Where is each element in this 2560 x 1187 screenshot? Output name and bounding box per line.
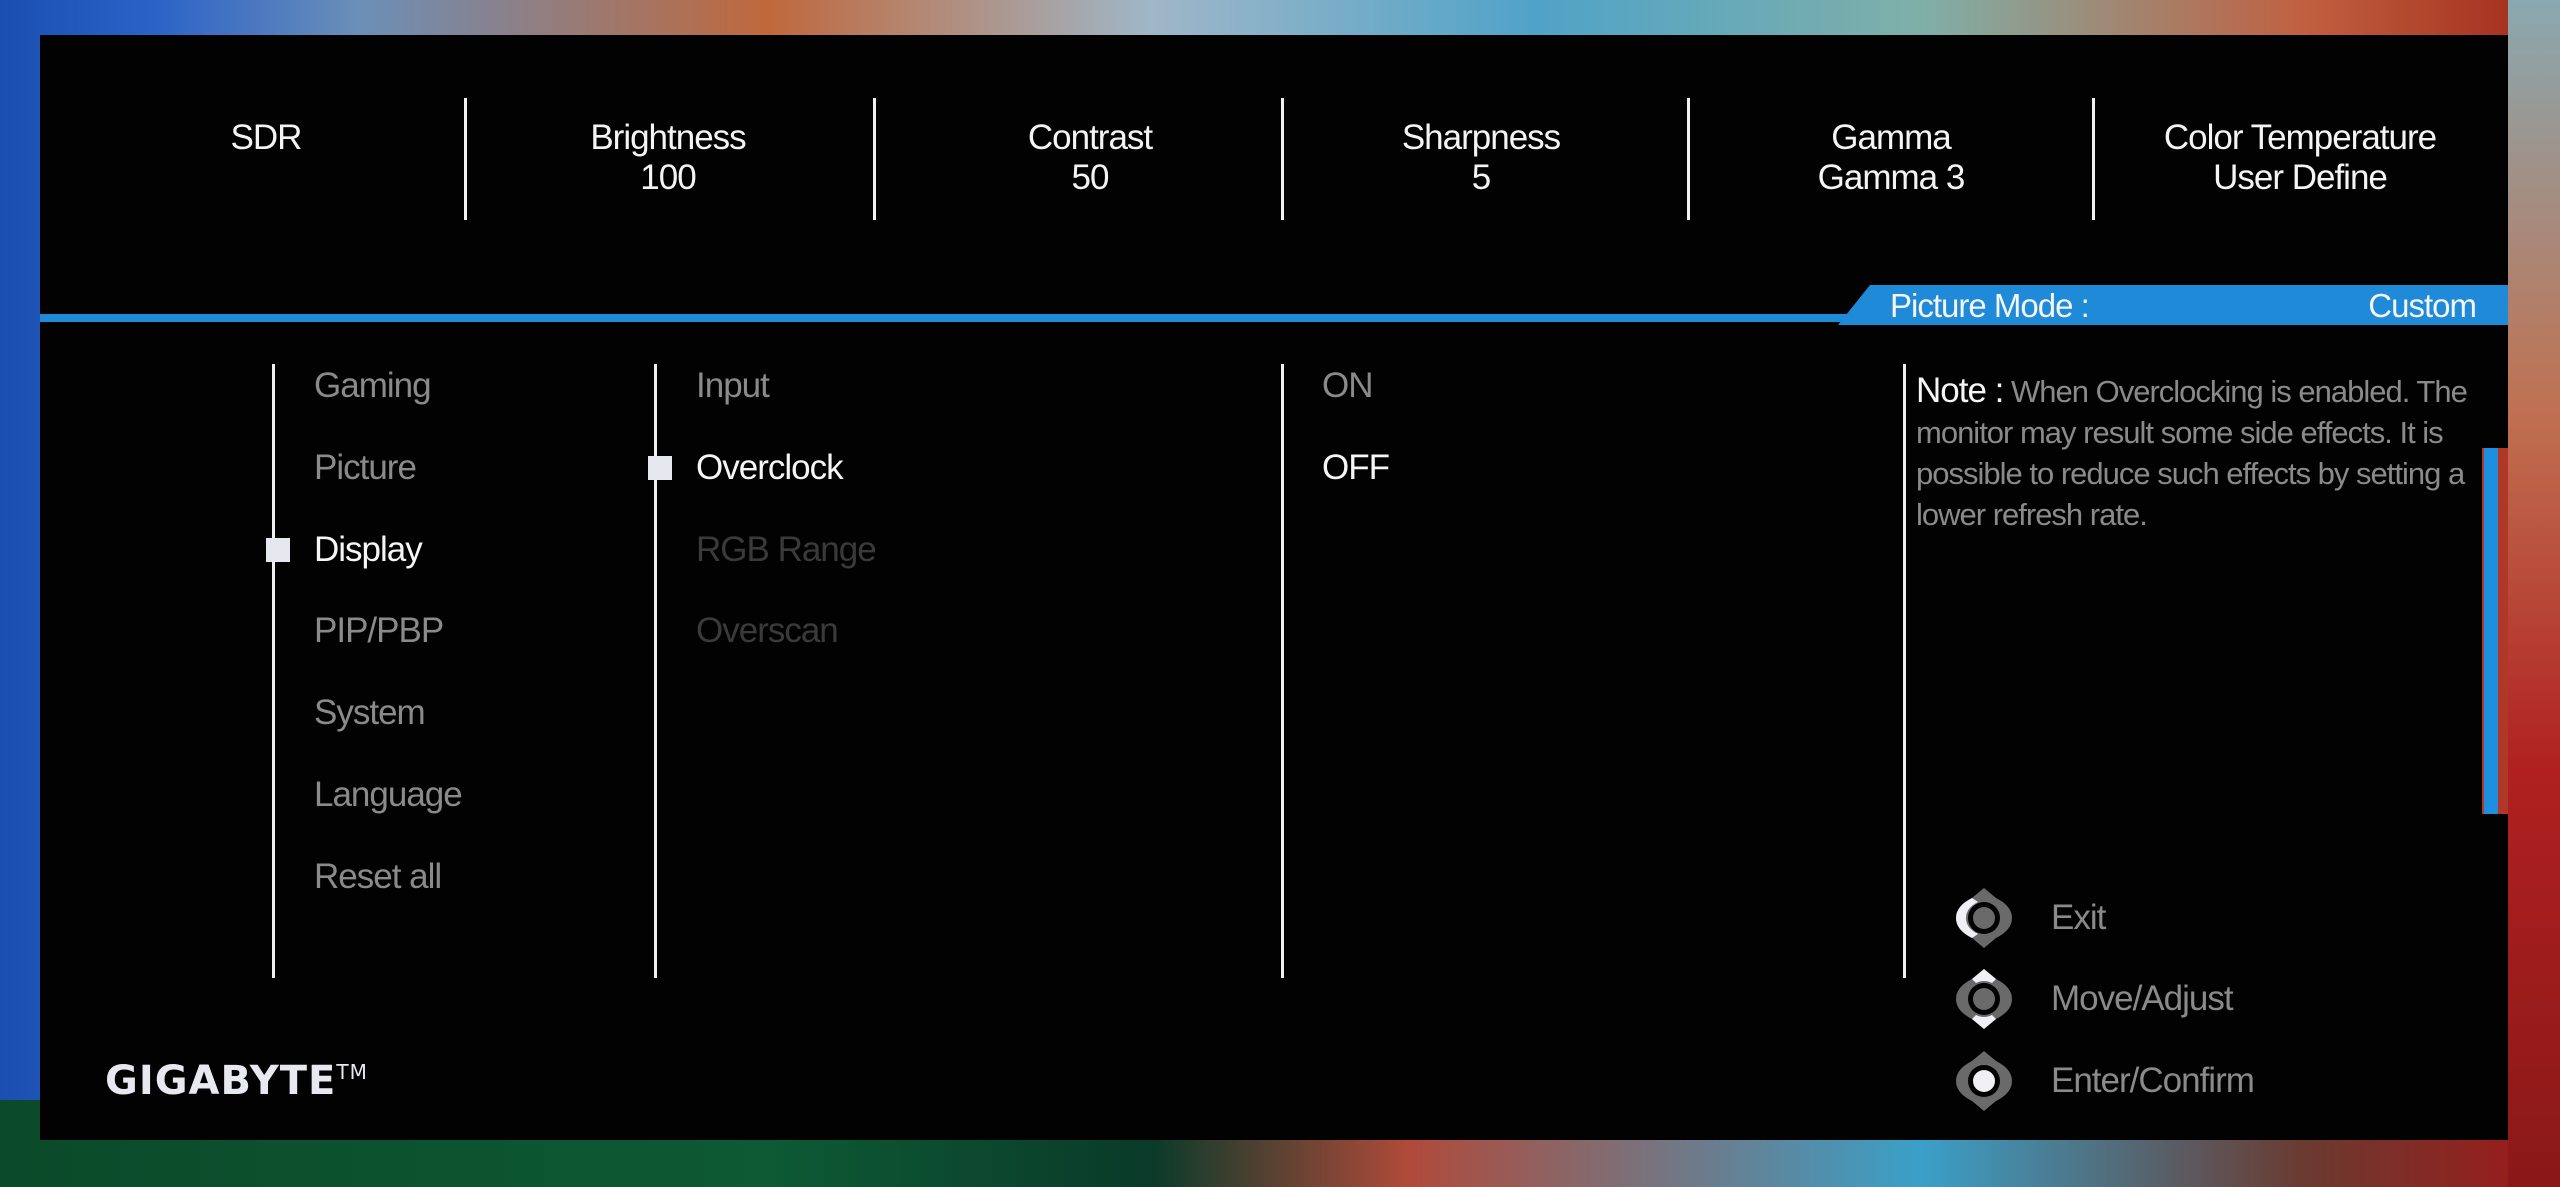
gigabyte-logo: GIGABYTETM (105, 1058, 368, 1104)
header-item-contrast: Contrast 50 (900, 118, 1280, 198)
main-menu-rail (272, 364, 275, 978)
header-value: User Define (2213, 158, 2388, 197)
trademark-symbol: TM (336, 1060, 368, 1084)
submenu-item-overclock[interactable]: Overclock (696, 448, 844, 488)
submenu-item-overscan: Overscan (696, 611, 839, 650)
option-off[interactable]: OFF (1322, 448, 1390, 488)
menu-item-pip-pbp[interactable]: PIP/PBP (314, 611, 444, 651)
background-photo-right (2508, 0, 2560, 1187)
sub-menu-selection-marker (644, 456, 676, 480)
note-label: Note : (1916, 371, 2004, 410)
header-item-color-temperature: Color Temperature User Define (2110, 118, 2490, 198)
header-label: Gamma (1831, 118, 1951, 157)
picture-mode-label: Picture Mode : (1890, 287, 2090, 324)
control-label-move-adjust: Move/Adjust (2051, 979, 2234, 1018)
header-divider (873, 98, 876, 220)
header-item-sdr: SDR (76, 118, 456, 158)
menu-item-system[interactable]: System (314, 693, 426, 733)
header-divider (1281, 98, 1284, 220)
joystick-left-icon (1956, 888, 2012, 948)
header-item-gamma: Gamma Gamma 3 (1701, 118, 2081, 198)
header-label: Brightness (590, 118, 746, 157)
menu-item-picture[interactable]: Picture (314, 448, 417, 488)
submenu-item-input[interactable]: Input (696, 366, 770, 406)
scroll-indicator (2484, 448, 2498, 814)
options-rail (1281, 364, 1284, 978)
header-label: Color Temperature (2163, 118, 2437, 157)
submenu-item-rgb-range: RGB Range (696, 530, 877, 569)
menu-item-display[interactable]: Display (314, 530, 423, 570)
control-label-exit: Exit (2051, 898, 2106, 937)
header-value: 5 (1471, 158, 1491, 197)
picture-mode-value: Custom (2368, 287, 2477, 324)
brand-name: GIGABYTE (105, 1058, 337, 1104)
header-value: 50 (1071, 158, 1110, 197)
header-value: 100 (640, 158, 696, 197)
menu-item-reset-all[interactable]: Reset all (314, 857, 442, 897)
joystick-updown-icon (1956, 969, 2012, 1029)
header-divider (1687, 98, 1690, 220)
menu-item-language[interactable]: Language (314, 775, 463, 815)
option-on[interactable]: ON (1322, 366, 1373, 406)
header-divider (2092, 98, 2095, 220)
header-item-brightness: Brightness 100 (478, 118, 858, 198)
header-value: Gamma 3 (1817, 158, 1966, 197)
header-divider (464, 98, 467, 220)
header-label: Sharpness (1401, 118, 1561, 157)
note-panel: Note : When Overclocking is enabled. The… (1916, 370, 2476, 535)
main-menu-selection-marker (262, 538, 294, 562)
header-item-sharpness: Sharpness 5 (1291, 118, 1671, 198)
joystick-press-icon (1956, 1051, 2012, 1111)
osd-panel (40, 35, 2508, 1140)
header-label: SDR (230, 118, 303, 157)
control-label-enter-confirm: Enter/Confirm (2051, 1061, 2255, 1100)
note-rail (1903, 364, 1906, 978)
menu-item-gaming[interactable]: Gaming (314, 366, 432, 406)
header-label: Contrast (1027, 118, 1153, 157)
